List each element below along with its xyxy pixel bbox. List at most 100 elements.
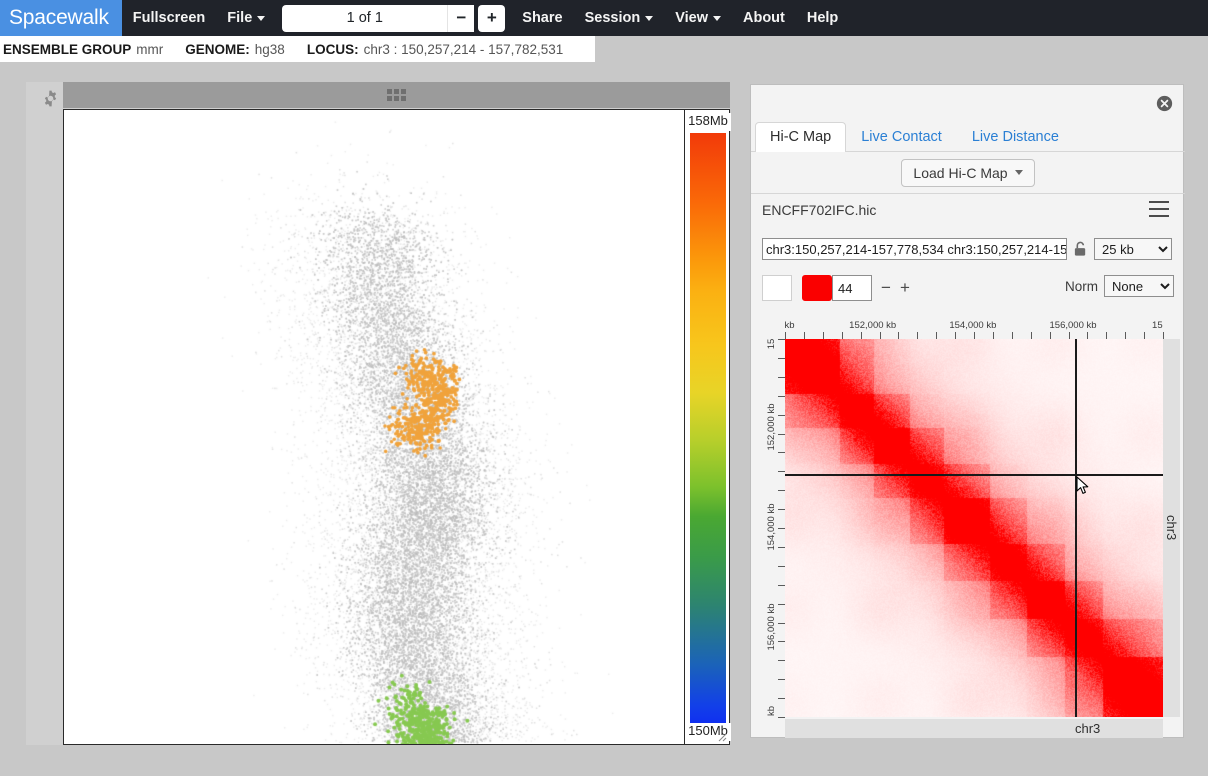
page-counter[interactable]: 1 of 1 (282, 4, 448, 32)
hamburger-icon[interactable] (1149, 201, 1169, 217)
x-tick-mark (1087, 332, 1089, 339)
nav-about[interactable]: About (732, 0, 796, 36)
hic-x-axis[interactable]: kb 152,000 kb 154,000 kb 156,000 kb 15 (785, 320, 1180, 339)
x-tick-mark (860, 332, 862, 339)
resolution-select[interactable]: 2.5 Mb1 Mb500 kb250 kb100 kb50 kb25 kb10… (1094, 238, 1172, 260)
x-tick-mark (1068, 332, 1070, 339)
chevron-down-icon (645, 15, 654, 21)
y-tick-mark (778, 339, 785, 340)
gear-icon[interactable] (38, 86, 62, 110)
hic-heatmap-viewport[interactable] (785, 339, 1180, 717)
hic-crosshair-vertical (1075, 339, 1077, 717)
y-tick-mark (778, 395, 785, 397)
locus-input[interactable]: chr3:150,257,214-157,778,534 chr3:150,25… (762, 238, 1067, 260)
y-tick-mark (778, 565, 785, 567)
threshold-increment-button[interactable]: + (900, 278, 910, 298)
hic-y-axis[interactable]: 15 152,000 kb 154,000 kb 156,000 kb kb (765, 338, 785, 718)
hic-contact-map: kb 152,000 kb 154,000 kb 156,000 kb 15 15 152… (765, 320, 1180, 738)
y-tick-label: 152,000 kb (766, 403, 777, 451)
x-tick-label: 152,000 kb (849, 320, 897, 331)
tab-hic-map[interactable]: Hi-C Map (755, 122, 847, 152)
threed-viewer-panel: 158Mb 150Mb (26, 82, 731, 745)
x-tick-label: kb (784, 320, 795, 331)
nav-session-label: Session (584, 10, 641, 26)
load-hic-map-button[interactable]: Load Hi-C Map (901, 158, 1035, 187)
nav-file-menu[interactable]: File (216, 0, 276, 36)
load-map-row: Load Hi-C Map (751, 152, 1185, 194)
y-tick-mark (778, 414, 785, 416)
x-tick-mark (936, 332, 938, 339)
chromatin-pointcloud[interactable] (64, 110, 729, 744)
drag-handle-icon[interactable] (387, 89, 406, 101)
colorbar-max-label: 158Mb (685, 113, 731, 131)
hic-x-chromosome-label: chr3 (785, 719, 1163, 738)
y-tick-label: 154,000 kb (766, 503, 777, 551)
color-max-swatch[interactable] (802, 275, 832, 301)
nav-fullscreen[interactable]: Fullscreen (122, 0, 217, 36)
ensemble-group-info: ENSEMBLE GROUP mmr (3, 42, 163, 57)
x-tick-mark (1125, 332, 1127, 339)
hic-y-chromosome-label: chr3 (1163, 339, 1180, 717)
genome-label: GENOME: (185, 41, 250, 57)
nav-help[interactable]: Help (796, 0, 849, 36)
y-tick-label: 15 (766, 338, 777, 349)
y-tick-mark (778, 698, 785, 700)
chevron-down-icon (712, 15, 721, 21)
ensemble-group-label: ENSEMBLE GROUP (3, 41, 132, 57)
chevron-down-icon (1014, 170, 1023, 175)
y-tick-label: kb (766, 706, 777, 717)
color-min-swatch[interactable] (762, 275, 792, 301)
chevron-down-icon (257, 15, 266, 21)
y-tick-mark (778, 433, 785, 435)
hic-crosshair-horizontal (785, 474, 1163, 476)
normalization-select[interactable]: NoneVCVC_SQRTKR (1104, 275, 1174, 297)
page-stepper: 1 of 1 − + (282, 4, 506, 32)
x-tick-label: 15 (1152, 320, 1163, 331)
genome-info: GENOME: hg38 (185, 42, 285, 57)
threshold-decrement-button[interactable]: − (881, 278, 891, 298)
x-tick-mark (841, 332, 843, 339)
x-tick-mark (917, 332, 919, 339)
x-tick-mark (992, 332, 994, 339)
y-tick-mark (778, 357, 785, 359)
x-tick-mark (879, 332, 881, 339)
nav-session-menu[interactable]: Session (574, 0, 665, 36)
y-tick-mark (778, 546, 785, 548)
y-tick-mark (778, 471, 785, 473)
y-tick-mark (778, 490, 785, 492)
x-tick-mark (955, 332, 957, 339)
y-tick-mark (778, 679, 785, 681)
resize-grip-icon[interactable] (715, 730, 727, 742)
x-tick-mark (822, 332, 824, 339)
x-tick-mark (1163, 332, 1164, 339)
tab-live-distance[interactable]: Live Distance (957, 122, 1074, 152)
app-brand-logo[interactable]: Spacewalk (0, 0, 122, 36)
x-tick-label: 156,000 kb (1049, 320, 1097, 331)
unlocked-padlock-icon[interactable] (1073, 240, 1088, 258)
close-icon[interactable] (1156, 95, 1173, 112)
y-tick-mark (778, 509, 785, 511)
threed-panel-drag-bar[interactable] (63, 82, 730, 108)
y-tick-mark (778, 660, 785, 662)
color-scale-row: 44 − + Norm NoneVCVC_SQRTKR (762, 275, 1174, 301)
y-tick-mark (778, 376, 785, 378)
nav-view-menu[interactable]: View (664, 0, 732, 36)
nav-share[interactable]: Share (511, 0, 573, 36)
x-tick-mark (803, 332, 805, 339)
locus-label: LOCUS: (306, 41, 359, 57)
page-increment-button[interactable]: + (478, 4, 506, 32)
x-tick-mark (785, 332, 786, 339)
x-tick-mark (1144, 332, 1146, 339)
hic-heatmap-canvas[interactable] (785, 339, 1163, 717)
x-tick-label: 154,000 kb (949, 320, 997, 331)
y-tick-label: 156,000 kb (766, 603, 777, 651)
y-tick-mark (778, 622, 785, 624)
genome-value: hg38 (254, 41, 285, 57)
page-decrement-button[interactable]: − (447, 4, 475, 32)
tab-live-contact[interactable]: Live Contact (846, 122, 957, 152)
x-tick-mark (974, 332, 975, 339)
threshold-input[interactable]: 44 (832, 275, 872, 301)
threed-canvas[interactable] (63, 109, 730, 745)
locus-info: LOCUS: chr3 : 150,257,214 - 157,782,531 (307, 42, 563, 57)
y-tick-mark (778, 452, 785, 454)
